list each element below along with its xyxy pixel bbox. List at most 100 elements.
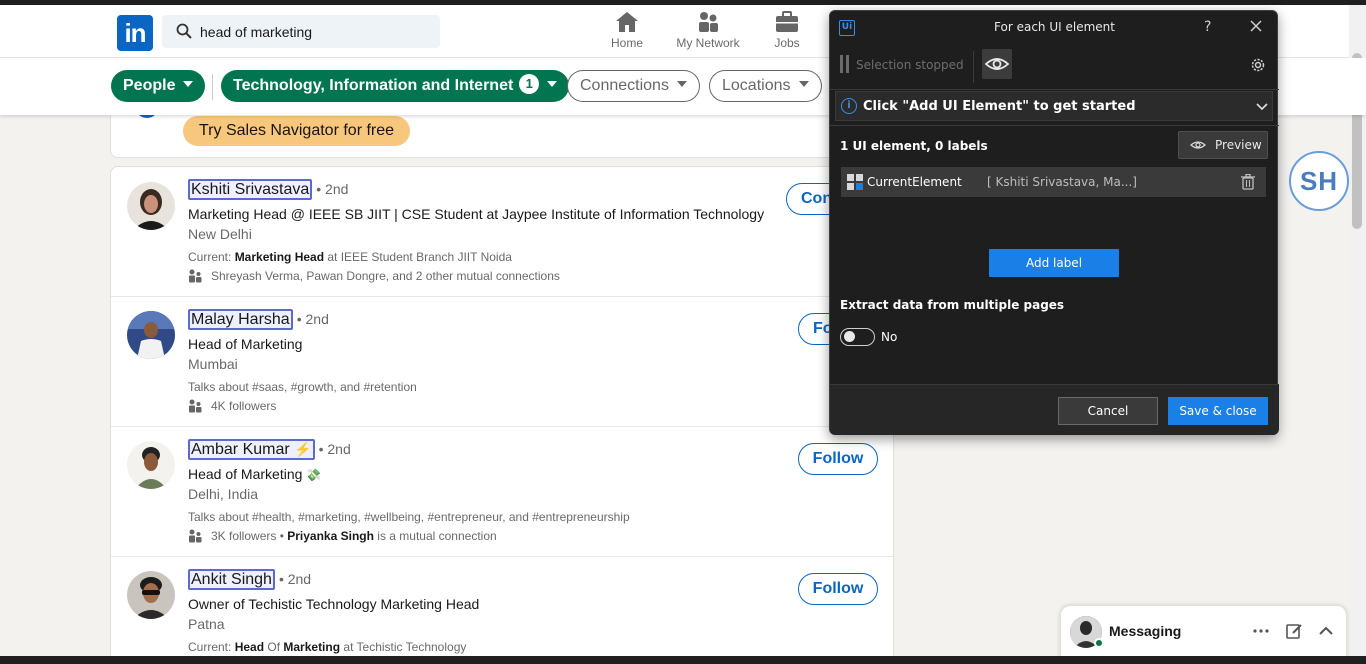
nav-home[interactable]: Home xyxy=(607,11,647,57)
my-network-icon xyxy=(699,12,718,32)
avatar[interactable] xyxy=(127,441,175,489)
info-banner[interactable]: i Click "Add UI Element" to get started xyxy=(835,91,1273,121)
search-input[interactable] xyxy=(200,15,430,48)
mutual-suffix: is a mutual connection xyxy=(373,529,497,543)
help-icon[interactable]: ? xyxy=(1204,19,1211,35)
current-highlight-2: Marketing xyxy=(283,640,341,654)
result-location: Delhi, India xyxy=(188,486,259,502)
result-talks-about: Talks about #saas, #growth, and #retenti… xyxy=(188,380,417,394)
search-results-list: Kshiti Srivastava • 2nd Marketing Head @ … xyxy=(110,166,894,664)
profile-name-link[interactable]: Malay Harsha xyxy=(188,309,293,330)
current-suffix: at IEEE Student Branch JIIT Noida xyxy=(324,250,512,264)
nav-jobs-label: Jobs xyxy=(774,36,800,50)
list-item: Malay Harsha • 2nd Head of Marketing Mumb… xyxy=(111,297,893,427)
extract-multiple-pages-toggle[interactable] xyxy=(840,328,875,346)
dialog-footer: Cancel Save & close xyxy=(830,384,1279,435)
search-box[interactable] xyxy=(162,15,440,48)
info-icon: i xyxy=(841,98,857,114)
result-current: Current: Head Of Marketing at Techistic … xyxy=(188,640,466,654)
nav-jobs[interactable]: Jobs xyxy=(770,11,804,57)
mutual-name: Priyanka Singh xyxy=(287,529,374,543)
filter-industry[interactable]: Technology, Information and Internet 1 xyxy=(221,70,570,102)
online-status-dot xyxy=(1094,638,1104,648)
gear-icon[interactable] xyxy=(1249,56,1267,74)
compose-icon[interactable] xyxy=(1285,622,1303,640)
ui-element-icon xyxy=(847,174,863,190)
profile-name-link[interactable]: Kshiti Srivastava xyxy=(188,179,313,200)
filter-people[interactable]: People xyxy=(111,70,206,102)
result-mutual[interactable]: 3K followers • Priyanka Singh is a mutua… xyxy=(188,529,497,544)
close-icon[interactable] xyxy=(1248,18,1264,34)
dialog-toolbar: Selection stopped xyxy=(830,44,1279,90)
filter-locations[interactable]: Locations xyxy=(709,70,822,102)
chevron-up-icon[interactable] xyxy=(1317,622,1335,640)
headline-text: Head of Marketing xyxy=(188,466,303,482)
profile-name-link[interactable]: Ankit Singh xyxy=(188,569,275,590)
result-mutual[interactable]: Shreyash Verma, Pawan Dongre, and 2 othe… xyxy=(188,269,560,284)
chevron-down-icon xyxy=(183,80,194,87)
money-icon: 💸 xyxy=(306,468,322,482)
profile-initials-badge[interactable]: SH xyxy=(1289,151,1349,211)
more-options-icon[interactable] xyxy=(1252,622,1270,640)
connection-degree: • 2nd xyxy=(318,441,351,457)
profile-name-text: Ambar Kumar xyxy=(191,441,290,458)
filter-connections[interactable]: Connections xyxy=(567,70,700,102)
ui-element-row[interactable]: CurrentElement [ Kshiti Srivastava, Ma..… xyxy=(841,167,1266,197)
dialog-title: For each UI element xyxy=(994,20,1115,34)
jobs-icon xyxy=(776,11,798,32)
follow-button[interactable]: Follow xyxy=(798,573,878,605)
people-icon xyxy=(189,399,202,413)
result-name-row: Ankit Singh • 2nd xyxy=(188,569,312,590)
result-headline: Head of Marketing 💸 xyxy=(188,466,321,482)
result-location: New Delhi xyxy=(188,226,252,242)
result-name-row: Ambar Kumar ⚡ • 2nd xyxy=(188,439,351,460)
list-item: Ambar Kumar ⚡ • 2nd Head of Marketing 💸 D… xyxy=(111,427,893,557)
add-label-button[interactable]: Add label xyxy=(989,249,1119,277)
toggle-knob xyxy=(844,331,855,342)
followers-text: 4K followers xyxy=(211,399,277,413)
result-current: Current: Marketing Head at IEEE Student … xyxy=(188,250,512,264)
dialog-titlebar[interactable]: Ui For each UI element ? xyxy=(830,11,1279,44)
mutual-text: Shreyash Verma, Pawan Dongre, and 2 othe… xyxy=(211,269,560,283)
element-preview-value: [ Kshiti Srivastava, Ma...] xyxy=(987,175,1137,189)
sales-navigator-button[interactable]: Try Sales Navigator for free xyxy=(183,116,411,146)
list-item: Kshiti Srivastava • 2nd Marketing Head @ … xyxy=(111,167,893,297)
current-highlight: Marketing Head xyxy=(234,250,325,264)
preview-toggle-button[interactable] xyxy=(982,49,1012,79)
profile-name-link[interactable]: Ambar Kumar ⚡ xyxy=(188,439,315,460)
avatar[interactable] xyxy=(127,182,175,230)
avatar[interactable] xyxy=(127,571,175,619)
list-item: Ankit Singh • 2nd Owner of Techistic Tech… xyxy=(111,557,893,664)
filter-divider xyxy=(212,74,213,100)
current-suffix: at Techistic Technology xyxy=(340,640,467,654)
result-headline: Marketing Head @ IEEE SB JIIT | CSE Stud… xyxy=(188,206,765,222)
avatar[interactable] xyxy=(127,311,175,359)
messaging-bar[interactable]: Messaging xyxy=(1060,605,1347,657)
connection-degree: • 2nd xyxy=(296,311,329,327)
people-icon xyxy=(189,529,202,543)
chevron-down-icon xyxy=(547,80,558,87)
selection-status: Selection stopped xyxy=(856,58,964,72)
linkedin-logo[interactable]: in xyxy=(117,15,153,51)
result-location: Patna xyxy=(188,616,225,632)
save-and-close-button[interactable]: Save & close xyxy=(1168,397,1268,425)
chevron-down-icon[interactable] xyxy=(1256,100,1268,112)
current-mid: Of xyxy=(264,640,284,654)
result-talks-about: Talks about #health, #marketing, #wellbe… xyxy=(188,510,630,524)
nav-my-network[interactable]: My Network xyxy=(672,11,744,57)
preview-button[interactable]: Preview xyxy=(1178,131,1268,159)
people-icon xyxy=(189,269,202,283)
follow-button[interactable]: Follow xyxy=(798,443,878,475)
connection-degree: • 2nd xyxy=(278,571,312,587)
trash-icon[interactable] xyxy=(1241,174,1255,190)
element-count-label: 1 UI element, 0 labels xyxy=(840,139,988,153)
element-name: CurrentElement xyxy=(867,175,962,189)
cancel-button[interactable]: Cancel xyxy=(1058,397,1158,425)
result-followers: 4K followers xyxy=(188,399,276,414)
filter-count-badge: 1 xyxy=(519,73,540,94)
filter-industry-label: Technology, Information and Internet xyxy=(233,77,514,94)
taskbar xyxy=(0,656,1366,664)
result-headline: Owner of Techistic Technology Marketing … xyxy=(188,596,480,612)
eye-icon xyxy=(1190,141,1206,149)
selection-pause-icon[interactable] xyxy=(840,55,852,73)
